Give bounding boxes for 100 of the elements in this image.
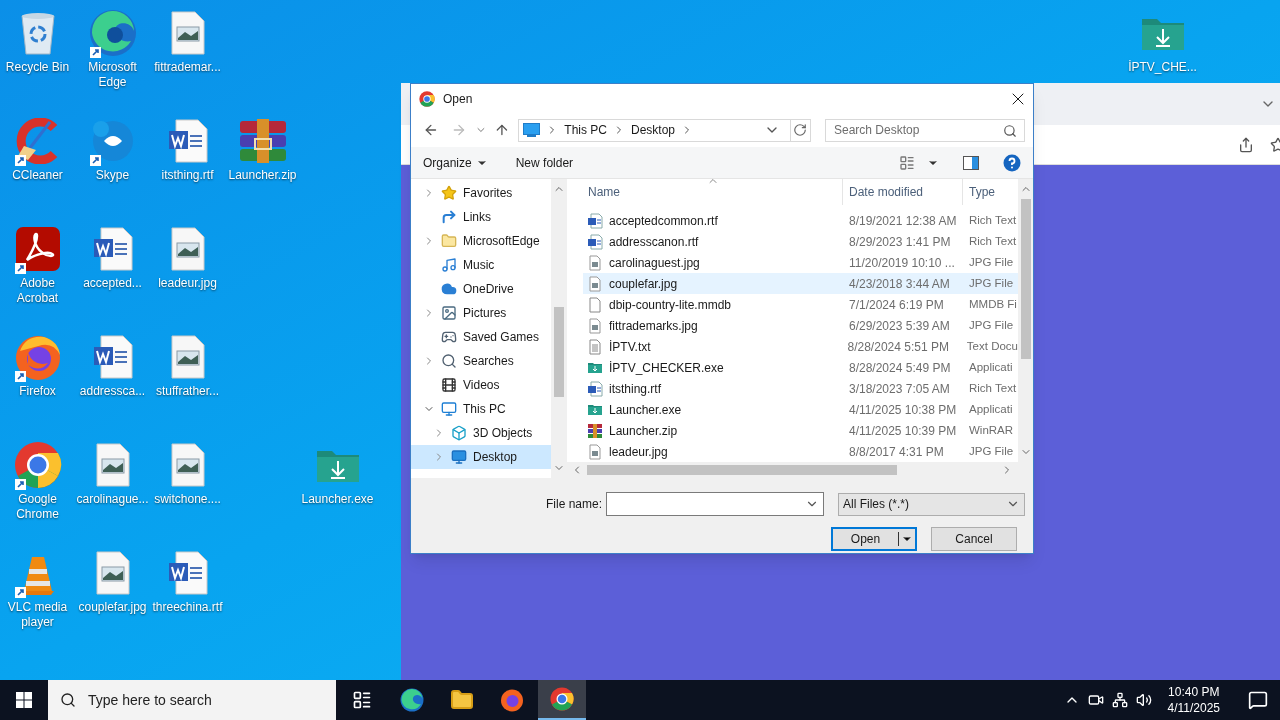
column-header[interactable]: Type — [963, 183, 995, 201]
navigation-item[interactable]: MicrosoftEdge — [411, 229, 551, 253]
file-row[interactable]: İPTV.txt 8/28/2024 5:51 PM Text Docu — [583, 336, 1018, 357]
scroll-thumb[interactable] — [554, 307, 564, 397]
help-icon[interactable] — [1003, 153, 1021, 172]
desktop-icon-label: fittrademar... — [153, 60, 222, 75]
refresh-icon[interactable] — [793, 123, 808, 137]
network-icon[interactable] — [1111, 692, 1128, 708]
desktop-icon-label: Launcher.zip — [227, 168, 298, 183]
image-file-icon — [95, 443, 130, 487]
clock[interactable]: 10:40 PM 4/11/2025 — [1159, 684, 1228, 716]
file-row[interactable]: Launcher.zip 4/11/2025 10:39 PM WinRAR — [583, 420, 1018, 441]
organize-button[interactable]: Organize — [423, 153, 488, 172]
desktop-icon-label: Recycle Bin — [4, 60, 71, 75]
desktop-icon-label: accepted... — [82, 276, 143, 291]
file-row[interactable]: couplefar.jpg 4/23/2018 3:44 AM JPG File — [583, 273, 1018, 294]
circle-logo-icon — [13, 441, 62, 489]
document-icon — [587, 212, 603, 229]
desktop-icon-label: İPTV_CHE... — [1127, 60, 1198, 75]
file-type: Applicati — [968, 359, 1013, 375]
file-row[interactable]: itsthing.rtf 3/18/2023 7:05 AM Rich Text — [583, 378, 1018, 399]
share-icon[interactable] — [1238, 136, 1254, 153]
document-icon — [587, 233, 603, 250]
navigation-item[interactable]: Pictures — [411, 301, 551, 325]
taskbar-search-field[interactable]: Type here to search — [48, 680, 336, 720]
cancel-button[interactable]: Cancel — [931, 527, 1017, 551]
open-button[interactable]: Open — [831, 527, 917, 551]
scrollbar[interactable] — [551, 179, 567, 478]
back-arrow-icon[interactable] — [423, 122, 439, 138]
new-folder-button[interactable]: New folder — [515, 153, 574, 172]
computer-icon — [523, 123, 541, 137]
taskbar-app[interactable] — [538, 680, 586, 720]
view-options-icon[interactable] — [899, 154, 915, 171]
navigation-item[interactable]: Music — [411, 253, 551, 277]
file-name-label: File name: — [545, 496, 602, 513]
file-type: Rich Text — [968, 212, 1017, 228]
file-name: acceptedcommon.rtf — [609, 212, 718, 230]
circle-logo-icon — [419, 90, 435, 107]
navigation-item[interactable]: This PC — [411, 397, 551, 421]
file-name: leadeur.jpg — [609, 443, 668, 461]
column-header[interactable]: Date modified — [843, 179, 963, 205]
file-row[interactable]: addresscanon.rtf 8/29/2023 1:41 PM Rich Text — [583, 231, 1018, 252]
file-date: 4/11/2025 10:38 PM — [848, 401, 958, 419]
notification-icon[interactable] — [1248, 690, 1268, 710]
file-name: İPTV.txt — [609, 338, 651, 356]
column-header[interactable]: Name — [567, 179, 843, 205]
navigation-item[interactable]: Searches — [411, 349, 551, 373]
circle-logo-icon — [550, 687, 574, 711]
address-bar[interactable]: This PC Desktop — [518, 118, 811, 142]
navigation-item[interactable]: Saved Games — [411, 325, 551, 349]
cloud-icon — [441, 281, 457, 297]
search-field[interactable]: Search Desktop — [825, 118, 1025, 142]
search-icon — [60, 692, 76, 708]
image-file-icon — [587, 254, 603, 271]
file-type: Applicati — [968, 401, 1013, 417]
document-icon — [167, 119, 208, 163]
image-file-icon — [170, 335, 205, 379]
file-row[interactable]: acceptedcommon.rtf 8/19/2021 12:38 AM Rich Text — [583, 210, 1018, 231]
cube-icon — [451, 425, 467, 441]
volume-icon[interactable] — [1135, 692, 1152, 708]
file-row[interactable]: fittrademarks.jpg 6/29/2023 5:39 AM JPG File — [583, 315, 1018, 336]
file-row[interactable]: carolinaguest.jpg 11/20/2019 10:10 ... JPG File — [583, 252, 1018, 273]
computer-icon — [441, 401, 457, 417]
file-date: 8/28/2024 5:51 PM — [846, 338, 950, 356]
navigation-item[interactable]: Videos — [411, 373, 551, 397]
file-row[interactable]: İPTV_CHECKER.exe 8/28/2024 5:49 PM Applicati — [583, 357, 1018, 378]
file-type: JPG File — [968, 275, 1014, 291]
archive-icon — [237, 119, 288, 163]
camera-icon[interactable] — [1087, 692, 1104, 708]
navigation-item[interactable]: Desktop — [411, 445, 551, 469]
breadcrumb-item[interactable]: Desktop — [631, 121, 675, 139]
image-file-icon — [587, 443, 603, 460]
document-icon — [92, 335, 133, 379]
navigation-item[interactable]: 3D Objects — [411, 421, 551, 445]
scrollbar[interactable] — [567, 462, 1033, 478]
navigation-item[interactable]: Favorites — [411, 181, 551, 205]
scroll-thumb[interactable] — [587, 465, 897, 475]
scroll-thumb[interactable] — [1020, 199, 1031, 359]
file-name: addresscanon.rtf — [609, 233, 699, 251]
file-date: 4/23/2018 3:44 AM — [848, 275, 951, 293]
file-row[interactable]: leadeur.jpg 8/8/2017 4:31 PM JPG File — [583, 441, 1018, 462]
file-type: Text Docu — [965, 338, 1018, 354]
breadcrumb-item[interactable]: This PC — [564, 121, 607, 139]
music-icon — [441, 257, 457, 273]
preview-pane-icon[interactable] — [963, 155, 979, 170]
navigation-item[interactable]: OneDrive — [411, 277, 551, 301]
file-name: dbip-country-lite.mmdb — [609, 296, 732, 314]
file-type: JPG File — [968, 317, 1014, 333]
file-row[interactable]: dbip-country-lite.mmdb 7/1/2024 6:19 PM MMDB Fi — [583, 294, 1018, 315]
file-row[interactable]: Launcher.exe 4/11/2025 10:38 PM Applicati — [583, 399, 1018, 420]
navigation-item[interactable]: Links — [411, 205, 551, 229]
document-icon — [92, 227, 133, 271]
image-file-icon — [170, 443, 205, 487]
folder-icon — [450, 688, 474, 712]
file-date: 11/20/2019 10:10 ... — [848, 254, 956, 272]
file-type: MMDB Fi — [968, 296, 1017, 312]
file-name-field[interactable] — [606, 492, 824, 516]
file-name: fittrademarks.jpg — [609, 317, 698, 335]
file-type-dropdown[interactable]: All Files (*.*) — [838, 492, 1025, 516]
scrollbar[interactable] — [1018, 179, 1033, 462]
